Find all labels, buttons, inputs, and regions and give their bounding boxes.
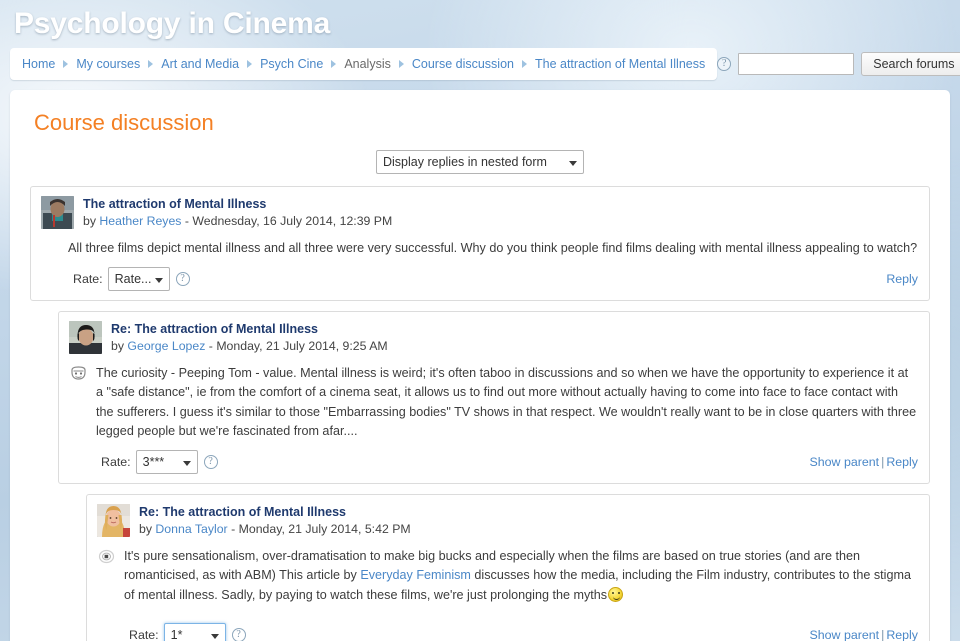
post-header-text: The attraction of Mental Illness by Heat… [83, 196, 392, 230]
rate-help-icon[interactable]: ? [231, 628, 246, 641]
post-links: Show parent | Reply [810, 455, 918, 469]
avatar-image [97, 503, 130, 537]
post-author-link[interactable]: Heather Reyes [99, 214, 181, 228]
reply-link[interactable]: Reply [886, 272, 918, 286]
post-subject: Re: The attraction of Mental Illness [139, 504, 346, 519]
search-forums-button[interactable]: Search forums [861, 52, 960, 76]
post-byline: by George Lopez - Monday, 21 July 2014, … [111, 338, 388, 355]
post-byline: by Heather Reyes - Wednesday, 16 July 20… [83, 213, 392, 230]
post-header-text: Re: The attraction of Mental Illness by … [111, 321, 388, 355]
post-footer: Rate: 1* ? Show parent | Reply [97, 623, 918, 641]
rate-select[interactable]: 3*** [135, 449, 198, 474]
post-author-link[interactable]: George Lopez [127, 339, 205, 353]
post-body: It's pure sensationalism, over-dramatisa… [97, 547, 918, 606]
search-help-icon[interactable]: ? [717, 57, 732, 71]
breadcrumb-separator-icon [247, 60, 253, 68]
display-mode-select-wrapper: Display replies in nested form [376, 150, 584, 174]
inline-face-image-icon [69, 365, 88, 381]
breadcrumb-item-analysis: Analysis [344, 57, 391, 71]
post-author-link[interactable]: Donna Taylor [155, 522, 227, 536]
breadcrumb-item-home[interactable]: Home [22, 57, 55, 71]
post-links: Show parent | Reply [810, 628, 918, 641]
post-body-text: All three films depict mental illness an… [68, 241, 918, 255]
forum-post-reply-2: Re: The attraction of Mental Illness by … [86, 493, 930, 641]
breadcrumb-separator-icon [398, 60, 404, 68]
display-mode-row: Display replies in nested form [30, 150, 930, 174]
avatar[interactable] [41, 196, 74, 229]
forum-search-area: ? Search forums [717, 48, 960, 80]
post-header: Re: The attraction of Mental Illness by … [97, 503, 918, 538]
link-divider: | [881, 454, 885, 469]
rate-select[interactable]: 1* [163, 623, 226, 641]
show-parent-link[interactable]: Show parent [810, 455, 880, 469]
forum-post-root: The attraction of Mental Illness by Heat… [30, 186, 930, 301]
reply-link[interactable]: Reply [886, 628, 918, 641]
page-title: Course discussion [34, 110, 214, 135]
post-date-separator: - [208, 338, 213, 353]
rate-label: Rate: [101, 454, 131, 469]
show-parent-link[interactable]: Show parent [810, 628, 880, 641]
post-header-text: Re: The attraction of Mental Illness by … [139, 504, 411, 538]
inline-circle-image-icon [98, 548, 115, 564]
post-footer: Rate: Rate... ? Reply [41, 266, 918, 291]
reply-link[interactable]: Reply [886, 455, 918, 469]
avatar[interactable] [69, 320, 102, 354]
post-footer: Rate: 3*** ? Show parent | Reply [69, 449, 918, 474]
breadcrumb-item-psych-cine[interactable]: Psych Cine [260, 57, 323, 71]
rate-label: Rate: [129, 628, 159, 641]
site-header: Psychology in Cinema [0, 0, 960, 48]
post-byline: by Donna Taylor - Monday, 21 July 2014, … [139, 521, 411, 538]
rate-select[interactable]: Rate... [107, 266, 170, 291]
post-date: Monday, 21 July 2014, 5:42 PM [238, 521, 411, 536]
post-date-separator: - [231, 521, 236, 536]
post-body-text: The curiosity - Peeping Tom - value. Men… [96, 365, 917, 439]
post-by-prefix: by [139, 521, 152, 536]
breadcrumb-item-art-and-media[interactable]: Art and Media [161, 57, 239, 71]
breadcrumb-separator-icon [522, 60, 527, 68]
smiley-face-icon [608, 586, 624, 602]
breadcrumb-item-the-attraction-of-mental-illness[interactable]: The attraction of Mental Illness [535, 57, 705, 71]
post-reply-link-wrapper: Reply [886, 272, 918, 286]
rate-select-wrapper: 3*** [135, 449, 198, 474]
everyday-feminism-link[interactable]: Everyday Feminism [360, 568, 471, 582]
site-title: Psychology in Cinema [14, 7, 331, 40]
post-date-separator: - [184, 214, 189, 228]
post-header: Re: The attraction of Mental Illness by … [69, 320, 918, 355]
page-content: Course discussion Display replies in nes… [10, 90, 950, 641]
rate-select-wrapper: 1* [163, 623, 226, 641]
breadcrumb-separator-icon [63, 60, 69, 68]
avatar-image [41, 196, 74, 229]
post-header: The attraction of Mental Illness by Heat… [41, 196, 918, 230]
post-by-prefix: by [83, 214, 96, 228]
breadcrumb-separator-icon [331, 60, 337, 68]
breadcrumb: Home My courses Art and Media Psych Cine… [10, 48, 718, 80]
breadcrumb-item-my-courses[interactable]: My courses [76, 57, 140, 71]
post-body: All three films depict mental illness an… [41, 239, 918, 259]
rate-help-icon[interactable]: ? [175, 271, 190, 286]
avatar[interactable] [97, 503, 130, 537]
post-by-prefix: by [111, 338, 124, 353]
forum-post-reply-1: Re: The attraction of Mental Illness by … [58, 310, 930, 484]
avatar-image [69, 320, 102, 354]
post-body: The curiosity - Peeping Tom - value. Men… [69, 364, 918, 442]
post-subject: The attraction of Mental Illness [83, 197, 267, 211]
link-divider: | [881, 628, 885, 641]
post-subject: Re: The attraction of Mental Illness [111, 321, 318, 336]
breadcrumb-separator-icon [148, 60, 154, 68]
breadcrumb-item-course-discussion[interactable]: Course discussion [412, 57, 514, 71]
post-date: Monday, 21 July 2014, 9:25 AM [216, 338, 388, 353]
rate-select-wrapper: Rate... [107, 266, 170, 291]
rate-label: Rate: [73, 271, 103, 286]
post-date: Wednesday, 16 July 2014, 12:39 PM [192, 214, 393, 228]
rate-help-icon[interactable]: ? [203, 454, 218, 469]
search-input[interactable] [738, 53, 855, 75]
display-mode-select[interactable]: Display replies in nested form [376, 150, 584, 174]
navigation-bar: Home My courses Art and Media Psych Cine… [10, 48, 960, 80]
